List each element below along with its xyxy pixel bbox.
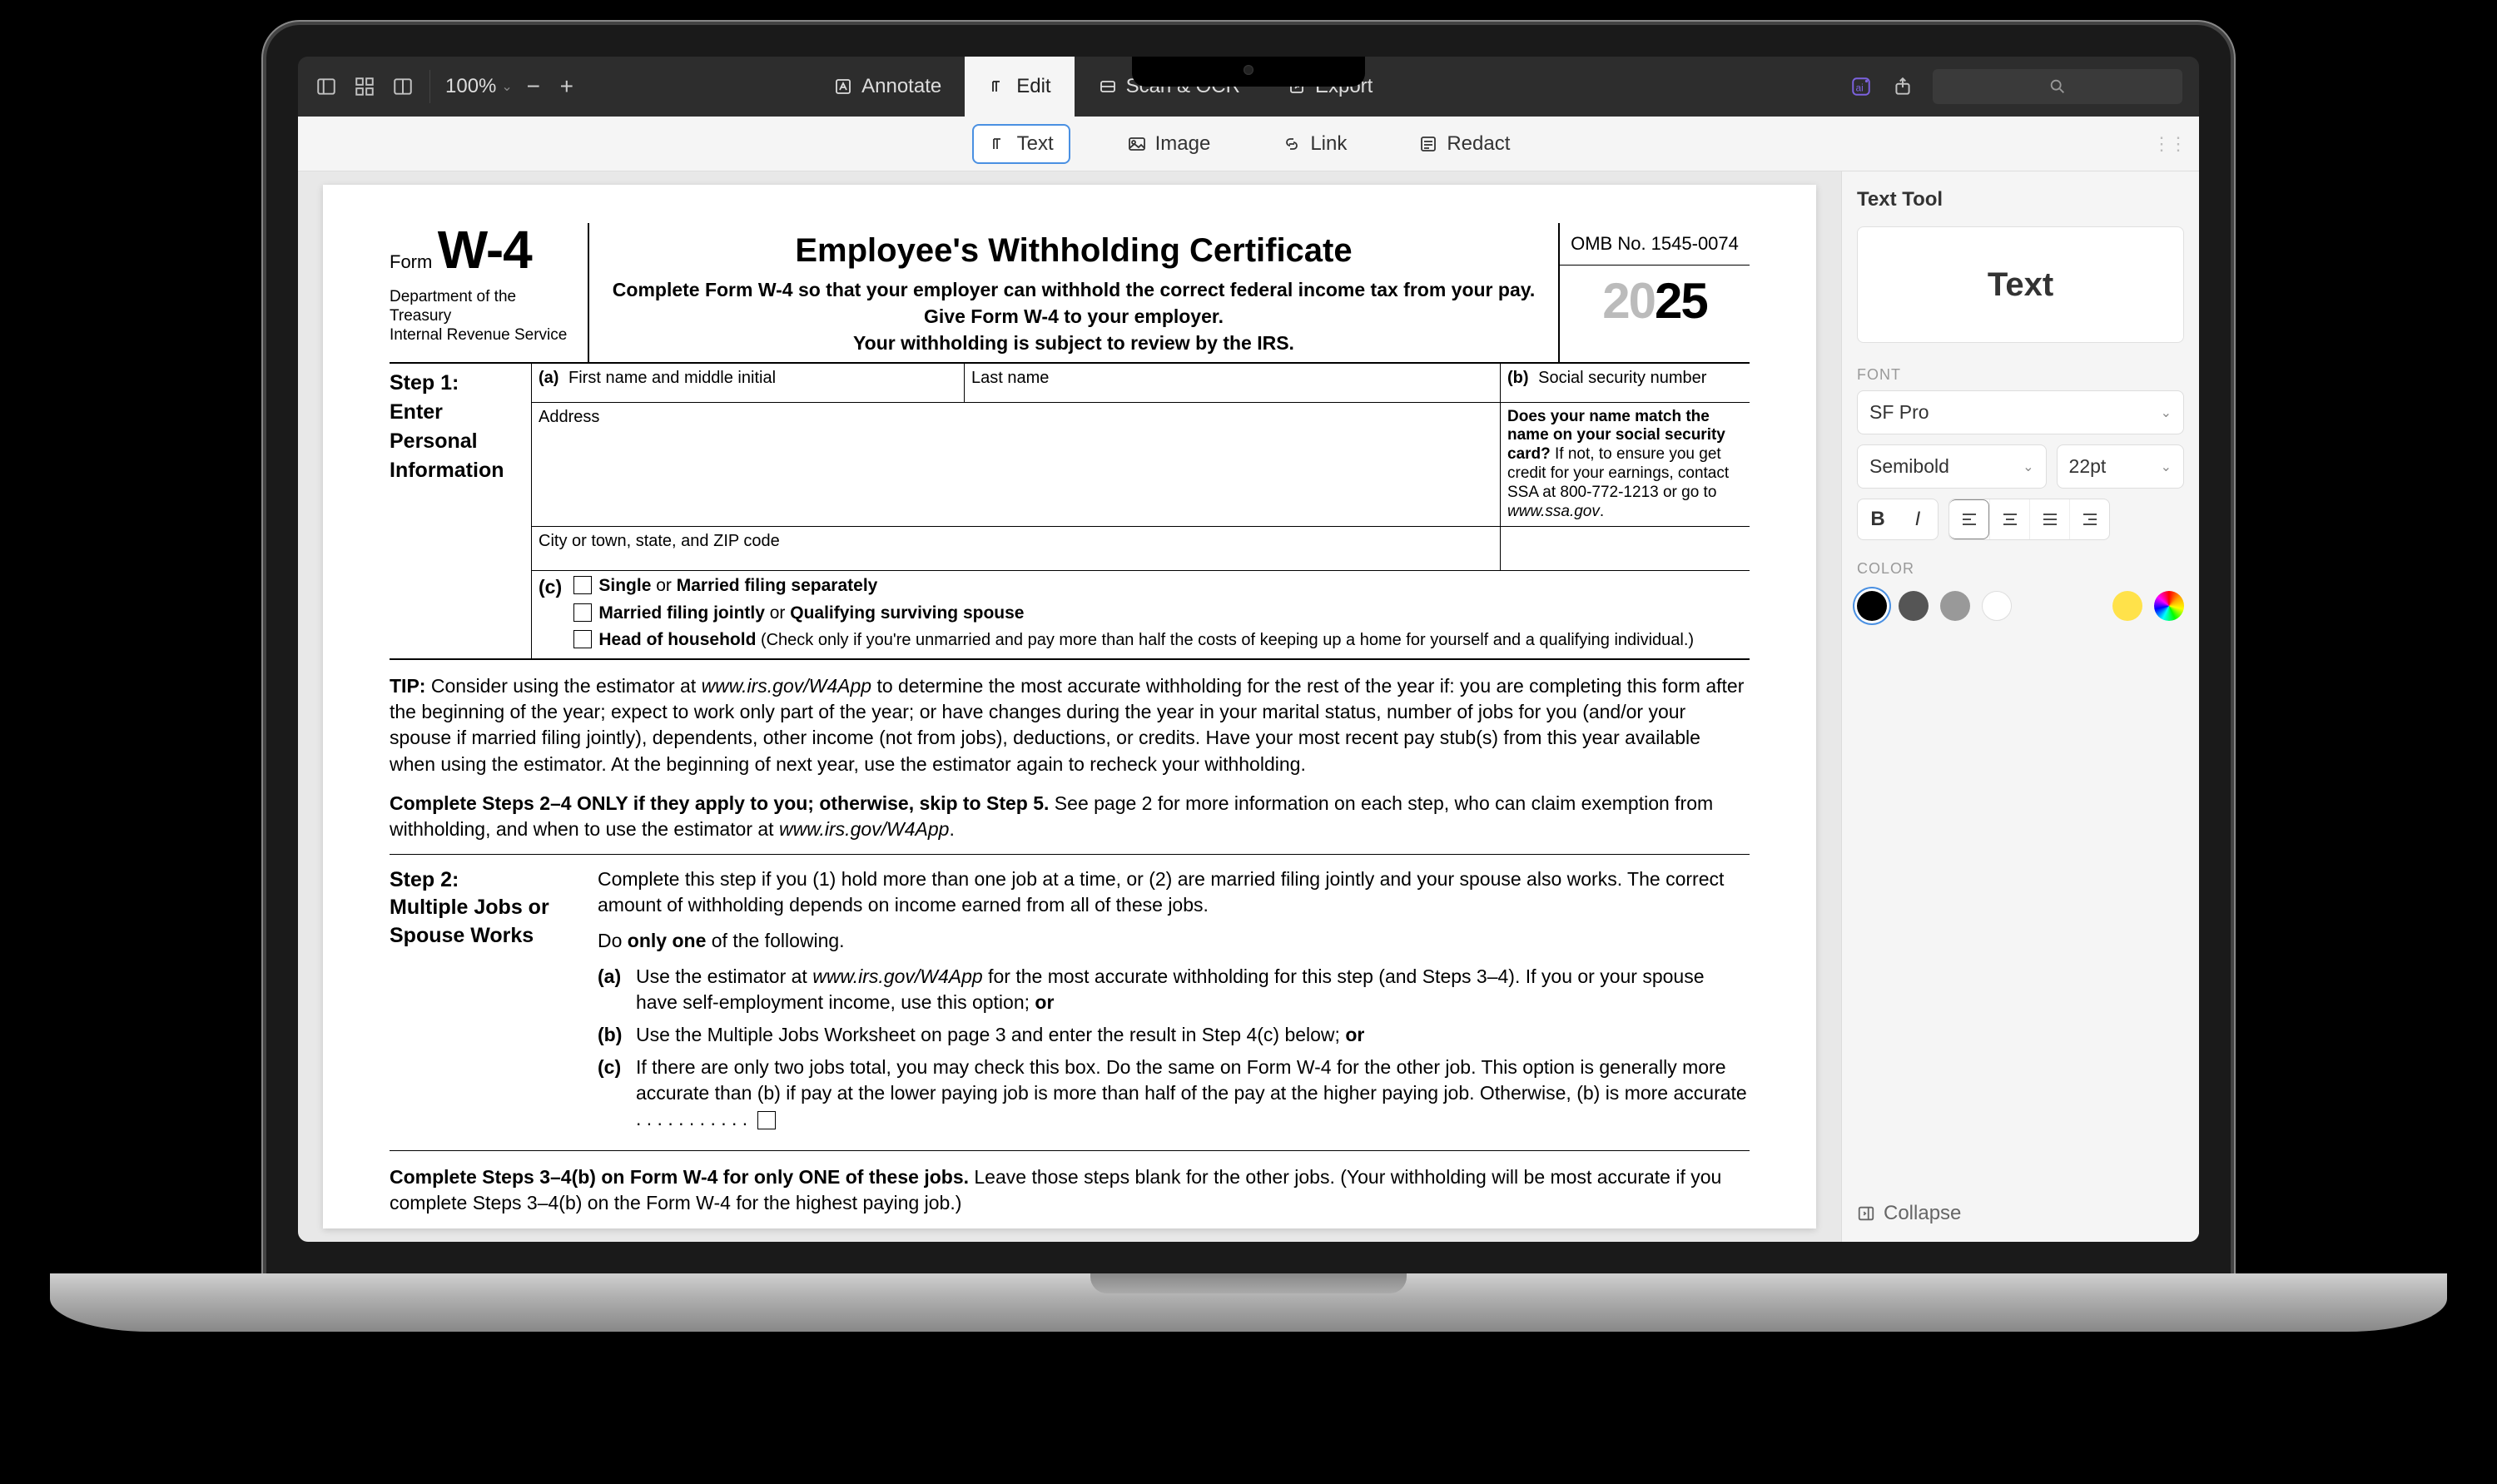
svg-text:ai: ai <box>1856 82 1864 93</box>
sidebar-title: Text Tool <box>1857 188 2184 211</box>
laptop-base <box>50 1273 2447 1332</box>
form-prefix: Form <box>390 251 432 272</box>
color-yellow[interactable] <box>2112 591 2142 621</box>
tab-annotate[interactable]: Annotate <box>810 57 965 117</box>
align-right-button[interactable] <box>2069 499 2109 539</box>
color-white[interactable] <box>1982 591 2012 621</box>
form-subtitle-2: Give Form W-4 to your employer. <box>604 303 1543 330</box>
zoom-control[interactable]: 100% ⌄ <box>445 75 513 98</box>
tool-link[interactable]: Link <box>1267 126 1362 162</box>
color-section-label: COLOR <box>1857 560 2184 578</box>
chevron-down-icon: ⌄ <box>2023 459 2033 475</box>
color-picker-icon[interactable] <box>2154 591 2184 621</box>
chevron-down-icon: ⌄ <box>2161 405 2172 421</box>
font-family-select[interactable]: SF Pro ⌄ <box>1857 390 2184 434</box>
last-name-label: Last name <box>964 364 1500 402</box>
step1-sub: Enter Personal Information <box>390 398 524 485</box>
step2-intro: Complete this step if you (1) hold more … <box>598 866 1750 918</box>
step2-option-c: If there are only two jobs total, you ma… <box>636 1055 1750 1132</box>
align-justify-button[interactable] <box>2029 499 2069 539</box>
chevron-down-icon: ⌄ <box>2161 459 2172 475</box>
edit-sub-toolbar: Text Image Link Redact ⋮⋮ <box>298 117 2199 171</box>
zoom-value: 100% <box>445 75 496 98</box>
chevron-down-icon: ⌄ <box>501 78 512 95</box>
step2-option-b: Use the Multiple Jobs Worksheet on page … <box>636 1022 1750 1048</box>
omb-number: OMB No. 1545-0074 <box>1560 223 1750 266</box>
bold-button[interactable]: B <box>1858 499 1898 539</box>
complete-34-paragraph: Complete Steps 3–4(b) on Form W-4 for on… <box>390 1164 1750 1216</box>
italic-button[interactable]: I <box>1898 499 1938 539</box>
tool-image[interactable]: Image <box>1112 126 1226 162</box>
font-weight-select[interactable]: Semibold ⌄ <box>1857 444 2047 489</box>
thumbnails-icon[interactable] <box>353 75 376 98</box>
color-black[interactable] <box>1857 591 1887 621</box>
form-code: W-4 <box>438 220 532 280</box>
checkbox-head-household[interactable] <box>573 630 592 648</box>
tip-paragraph: TIP: Consider using the estimator at www… <box>390 673 1750 777</box>
city-label: City or town, state, and ZIP code <box>531 527 1500 570</box>
dept-line-2: Internal Revenue Service <box>390 326 579 345</box>
text-preview: Text <box>1857 226 2184 343</box>
checkbox-single[interactable] <box>573 576 592 594</box>
font-section-label: FONT <box>1857 366 2184 384</box>
sidebar-toggle-icon[interactable] <box>315 75 338 98</box>
tool-text[interactable]: Text <box>972 124 1070 164</box>
form-title: Employee's Withholding Certificate <box>604 228 1543 273</box>
color-swatches <box>1857 591 2184 621</box>
split-view-icon[interactable] <box>391 75 415 98</box>
step2-option-a: Use the estimator at www.irs.gov/W4App f… <box>636 964 1750 1015</box>
align-left-button[interactable] <box>1949 499 1989 539</box>
ssn-label: Social security number <box>1538 369 1706 387</box>
complete-24-paragraph: Complete Steps 2–4 ONLY if they apply to… <box>390 791 1750 842</box>
align-center-button[interactable] <box>1989 499 2029 539</box>
step2-do-one: Do only one of the following. <box>598 928 1750 954</box>
collapse-sidebar-button[interactable]: Collapse <box>1857 1185 2184 1225</box>
document-viewport[interactable]: Form W-4 Department of the Treasury Inte… <box>298 171 1841 1242</box>
ssn-note: Does your name match the name on your so… <box>1500 403 1750 527</box>
tool-redact[interactable]: Redact <box>1403 126 1525 162</box>
form-subtitle-1: Complete Form W-4 so that your employer … <box>604 276 1543 303</box>
first-name-label: First name and middle initial <box>568 369 776 387</box>
step2-sub: Multiple Jobs or Spouse Works <box>390 894 584 950</box>
search-input[interactable] <box>1933 69 2182 104</box>
checkbox-two-jobs[interactable] <box>757 1111 776 1129</box>
checkbox-married-jointly[interactable] <box>573 603 592 622</box>
tab-edit[interactable]: Edit <box>965 57 1074 117</box>
share-icon[interactable] <box>1891 75 1914 98</box>
text-tool-sidebar: Text Tool Text FONT SF Pro ⌄ Semibold ⌄ … <box>1841 171 2199 1242</box>
drag-handle-icon[interactable]: ⋮⋮ <box>2152 133 2186 155</box>
form-year: 2025 <box>1560 266 1750 335</box>
document-page: Form W-4 Department of the Treasury Inte… <box>323 185 1816 1228</box>
zoom-out-button[interactable]: − <box>521 73 546 100</box>
dept-line-1: Department of the Treasury <box>390 288 579 326</box>
color-dark-gray[interactable] <box>1899 591 1929 621</box>
color-gray[interactable] <box>1940 591 1970 621</box>
step1-heading: Step 1: <box>390 369 524 398</box>
address-label: Address <box>531 403 1500 527</box>
font-size-select[interactable]: 22pt ⌄ <box>2057 444 2184 489</box>
step2-heading: Step 2: <box>390 866 584 895</box>
ai-icon[interactable]: ai <box>1849 75 1873 98</box>
form-subtitle-3: Your withholding is subject to review by… <box>604 330 1543 356</box>
zoom-in-button[interactable]: + <box>554 73 579 100</box>
